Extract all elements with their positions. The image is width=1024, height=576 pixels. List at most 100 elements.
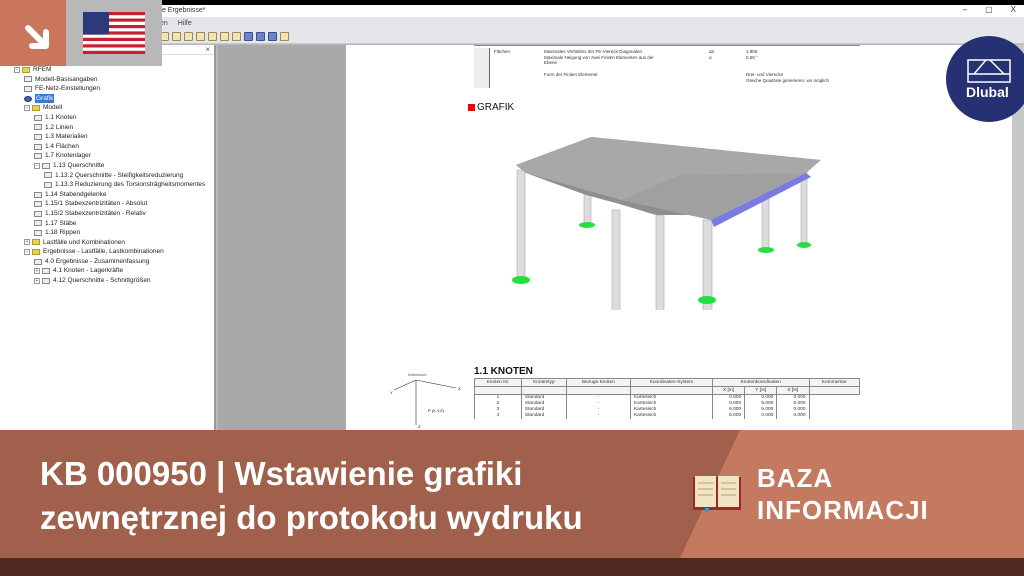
table-cell: -: [565, 412, 631, 419]
expand-toggle-icon[interactable]: −: [24, 105, 30, 112]
minimize-button[interactable]: –: [963, 5, 967, 14]
logo-text: Dlubal: [966, 84, 1009, 100]
help-icon[interactable]: [280, 32, 289, 41]
tree-item[interactable]: 1.1 Knoten: [0, 113, 216, 123]
page-icon[interactable]: [232, 32, 241, 41]
expand-toggle-icon[interactable]: +: [34, 268, 40, 275]
report-page: Flächen Maximales Verhältnis der FE-Vier…: [346, 45, 1012, 430]
tree-item[interactable]: − 1.13 Querschnitte: [0, 161, 216, 171]
tree-item-label: 1.7 Knotenlager: [45, 152, 91, 160]
page-icon[interactable]: [220, 32, 229, 41]
tree-item[interactable]: FE-Netz-Einstellungen: [0, 84, 216, 94]
tree-item[interactable]: 1.15/2 Stabexzentrizitäten - Relativ: [0, 209, 216, 219]
table-icon: [34, 210, 42, 217]
arrow-badge: [0, 0, 66, 66]
folder-icon: [32, 239, 40, 246]
tree-item[interactable]: +4.1 Knoten - Lagerkräfte: [0, 266, 216, 276]
setting-label: Form der Finiten Elemente:: [544, 72, 599, 77]
tree-item[interactable]: − Ergebnisse - Lastfälle, Lastkombination…: [0, 247, 216, 257]
tree-item-label: 1.1 Knoten: [45, 113, 77, 121]
window-controls: – ▢ X: [963, 5, 1016, 14]
workspace-background: [218, 45, 346, 430]
menu-help[interactable]: Hilfe: [178, 20, 192, 27]
table-icon: [42, 268, 50, 275]
tree-item-label: 1.2 Linien: [45, 123, 74, 131]
y-axis-label: Y: [390, 390, 393, 395]
page-icon[interactable]: [196, 32, 205, 41]
tree-item[interactable]: + Lastfälle und Kombinationen: [0, 238, 216, 248]
tree-item[interactable]: 1.17 Stäbe: [0, 219, 216, 229]
col-header: Z [m]: [776, 386, 810, 395]
print-icon[interactable]: [256, 32, 265, 41]
section-marker-icon: [468, 104, 475, 111]
tree-item-label: 1.17 Stäbe: [45, 219, 77, 227]
tree-item-label: 1.18 Rippen: [45, 229, 81, 237]
tree-item[interactable]: 4.0 Ergebnisse - Zusammenfassung: [0, 257, 216, 267]
tree-item[interactable]: Grafik: [0, 93, 216, 104]
category-label: BAZA INFORMACJI: [757, 462, 929, 526]
tree-item[interactable]: 1.7 Knotenlager: [0, 151, 216, 161]
grafik-title: GRAFIK: [477, 102, 515, 113]
dlubal-logo: Dlubal: [946, 36, 1024, 122]
knoten-heading: 1.1 KNOTEN: [474, 366, 533, 377]
table-icon: [34, 229, 42, 236]
coordinate-system-diagram: Kartesisch Y X Z P (X,Y,Z): [390, 372, 461, 429]
grafik-heading: GRAFIK: [468, 102, 514, 113]
tree-item[interactable]: 1.14 Stabendgelenke: [0, 190, 216, 200]
navigator-panel: × − RFEM Modell-Basisangaben FE-Netz-Einste…: [0, 45, 216, 430]
tree-item[interactable]: 1.18 Rippen: [0, 228, 216, 238]
col-header: Koordinaten-System: [629, 378, 713, 387]
table-icon: [44, 172, 52, 179]
pointer-icon[interactable]: [184, 32, 193, 41]
setting-option: Gleiche Quadrate generieren, wo möglich: [746, 78, 830, 83]
folder-icon: [32, 105, 40, 112]
tree-item-label: Ergebnisse - Lastfälle, Lastkombinatione…: [43, 248, 164, 256]
table-icon: [42, 277, 50, 284]
title-banner: KB 000950 | Wstawienie grafiki zewnętrzn…: [0, 430, 1024, 558]
page-icon[interactable]: [208, 32, 217, 41]
tree-item[interactable]: +4.12 Querschnitte - Schnittgrößen: [0, 276, 216, 286]
tree-item-label: 1.13.3 Reduzierung des Torsionsträgheits…: [55, 181, 206, 189]
tree-item-label: 4.1 Knoten - Lagerkräfte: [53, 267, 124, 275]
close-button[interactable]: X: [1011, 5, 1016, 14]
tree-item[interactable]: 1.2 Linien: [0, 123, 216, 133]
col-header: Knotentyp: [520, 378, 567, 387]
print-icon[interactable]: [244, 32, 253, 41]
tree-item[interactable]: 1.4 Flächen: [0, 142, 216, 152]
print-icon[interactable]: [268, 32, 277, 41]
table-icon: [24, 76, 32, 83]
title-line-1: KB 000950 | Wstawienie grafiki: [40, 455, 523, 492]
tree-item-label: 1.4 Flächen: [45, 142, 79, 150]
table-cell: 6.000: [711, 412, 745, 419]
arrow-down-right-icon: [25, 25, 49, 49]
table-icon: [34, 258, 42, 265]
col-header: Y [m]: [744, 386, 778, 395]
tree-item[interactable]: 1.15/1 Stabexzentrizitäten - Absolut: [0, 199, 216, 209]
point-label: P (X,Y,Z): [428, 408, 445, 413]
language-selector[interactable]: [66, 0, 162, 66]
table-cell: 4: [474, 412, 522, 419]
tree-item[interactable]: − RFEM: [0, 65, 216, 75]
table-icon: [34, 124, 42, 131]
table-cell: 0.000: [776, 412, 810, 419]
maximize-button[interactable]: ▢: [985, 5, 993, 14]
table-cell: 0.000: [744, 412, 777, 419]
tree-item-label: 4.12 Querschnitte - Schnittgrößen: [53, 277, 151, 285]
expand-toggle-icon[interactable]: −: [14, 66, 20, 73]
expand-toggle-icon[interactable]: −: [24, 249, 30, 256]
table-icon: [34, 114, 42, 121]
table-icon: [34, 143, 42, 150]
tree-item[interactable]: 1.13.2 Querschnitte - Steifigkeitsreduzi…: [0, 171, 216, 181]
category-line-1: BAZA: [757, 463, 834, 493]
tree-item-label: Lastfälle und Kombinationen: [43, 238, 126, 246]
tree-item[interactable]: Modell-Basisangaben: [0, 75, 216, 85]
tree-item[interactable]: 1.13.3 Reduzierung des Torsionsträgheits…: [0, 180, 216, 190]
tree-item[interactable]: 1.3 Materialien: [0, 132, 216, 142]
tree-item-label: 1.15/1 Stabexzentrizitäten - Absolut: [45, 200, 148, 208]
expand-toggle-icon[interactable]: +: [24, 239, 30, 246]
expand-toggle-icon[interactable]: −: [34, 162, 40, 169]
tree-item[interactable]: − Modell: [0, 103, 216, 113]
book-icon: [693, 476, 741, 512]
select-icon[interactable]: [172, 32, 181, 41]
expand-toggle-icon[interactable]: +: [34, 277, 40, 284]
